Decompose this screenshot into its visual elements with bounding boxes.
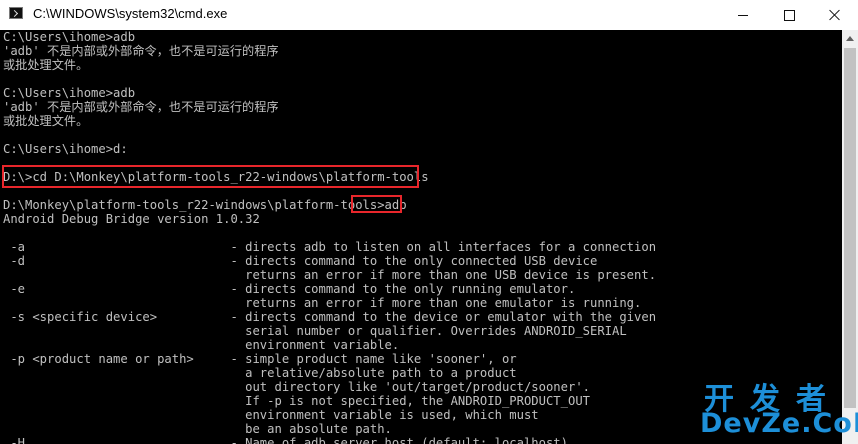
console-line: -p <product name or path> - simple produ…	[3, 352, 517, 366]
console-line: returns an error if more than one USB de…	[3, 268, 657, 282]
console-line: -a - directs adb to listen on all interf…	[3, 240, 657, 254]
title-bar[interactable]: C:\WINDOWS\system32\cmd.exe	[0, 0, 858, 31]
console-line: 'adb' 不是内部或外部命令，也不是可运行的程序	[3, 100, 279, 114]
console-line: 或批处理文件。	[3, 114, 89, 128]
console-line: environment variable is used, which must	[3, 408, 539, 422]
console-line: a relative/absolute path to a product	[3, 366, 517, 380]
console-line: -H - Name of adb server host (default: l…	[3, 436, 568, 444]
console-line: Android Debug Bridge version 1.0.32	[3, 212, 260, 226]
console-line: -s <specific device> - directs command t…	[3, 310, 657, 324]
console-line-adb-command: D:\Monkey\platform-tools_r22-windows\pla…	[3, 198, 407, 212]
console-line: If -p is not specified, the ANDROID_PROD…	[3, 394, 590, 408]
console-line: environment variable.	[3, 338, 400, 352]
minimize-icon	[738, 14, 748, 16]
console-line: out directory like 'out/target/product/s…	[3, 380, 590, 394]
console-line: be an absolute path.	[3, 422, 392, 436]
scroll-up-arrow-icon[interactable]	[842, 30, 858, 46]
close-icon	[829, 9, 841, 21]
watermark-logo: 开发者 DevZe.CoM	[698, 374, 858, 440]
watermark-en-text: DevZe.CoM	[700, 408, 858, 439]
console-line: 或批处理文件。	[3, 58, 89, 72]
cmd-icon[interactable]	[9, 7, 23, 19]
maximize-icon	[783, 9, 795, 21]
minimize-button[interactable]	[720, 0, 766, 30]
window-title: C:\WINDOWS\system32\cmd.exe	[33, 6, 228, 21]
console-line: returns an error if more than one emulat…	[3, 296, 642, 310]
maximize-button[interactable]	[766, 0, 812, 30]
console-line: 'adb' 不是内部或外部命令，也不是可运行的程序	[3, 44, 279, 58]
scrollbar-thumb[interactable]	[844, 48, 856, 408]
cd-command-highlight-box	[2, 165, 419, 188]
console-line: C:\Users\ihome>adb	[3, 30, 136, 44]
console-line: -d - directs command to the only connect…	[3, 254, 598, 268]
console-line: C:\Users\ihome>d:	[3, 142, 128, 156]
console-line: C:\Users\ihome>adb	[3, 86, 136, 100]
console-line: -e - directs command to the only running…	[3, 282, 576, 296]
console-line: serial number or qualifier. Overrides AN…	[3, 324, 627, 338]
close-button[interactable]	[812, 0, 858, 30]
adb-command-highlight-box	[351, 195, 402, 213]
